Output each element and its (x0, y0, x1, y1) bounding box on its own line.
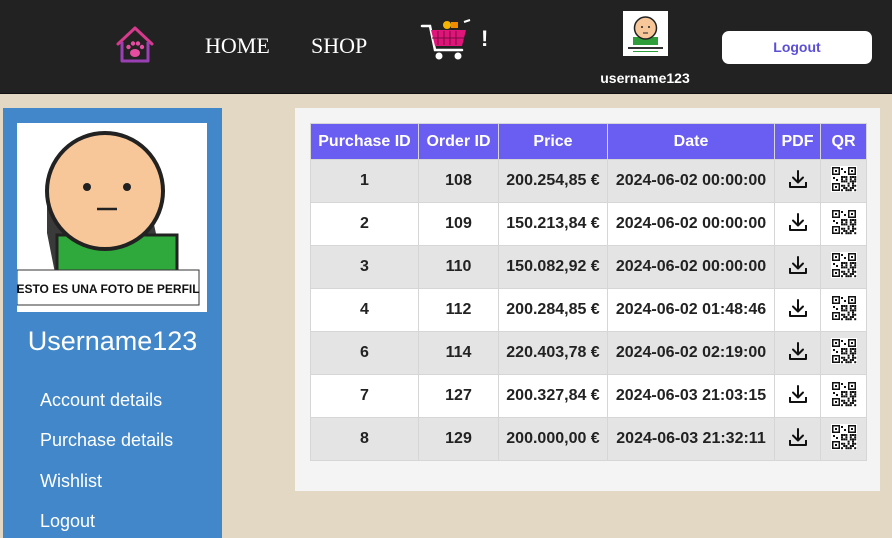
account-sidebar: ESTO ES UNA FOTO DE PERFIL Username123 A… (3, 108, 222, 538)
cell-order-id: 129 (418, 417, 499, 461)
table-row: 6 114 220.403,78 €2024-06-02 02:19:00 (310, 331, 867, 375)
cell-order-id: 109 (418, 202, 499, 246)
cell-price: 220.403,78 € (498, 331, 608, 375)
purchases-table: Purchase ID Order ID Price Date PDF QR 1… (310, 123, 867, 461)
cell-pdf (774, 202, 821, 246)
cell-date: 2024-06-02 01:48:46 (607, 288, 775, 332)
table-row: 8 129 200.000,00 €2024-06-03 21:32:11 (310, 417, 867, 461)
cell-purchase-id: 1 (310, 159, 419, 203)
cell-qr (820, 417, 867, 461)
col-header-order-id: Order ID (418, 123, 499, 160)
table-row: 3 110 150.082,92 €2024-06-02 00:00:00 (310, 245, 867, 289)
cell-order-id: 110 (418, 245, 499, 289)
sidebar-item-account-details[interactable]: Account details (40, 390, 162, 411)
cell-qr (820, 288, 867, 332)
cell-date: 2024-06-02 02:19:00 (607, 331, 775, 375)
cell-purchase-id: 4 (310, 288, 419, 332)
logout-button[interactable]: Logout (722, 31, 872, 64)
cell-qr (820, 331, 867, 375)
table-row: 7 127 200.327,84 €2024-06-03 21:03:15 (310, 374, 867, 418)
cell-purchase-id: 3 (310, 245, 419, 289)
download-icon[interactable] (788, 255, 808, 280)
cell-price: 150.082,92 € (498, 245, 608, 289)
table-row: 1 108 200.254,85 €2024-06-02 00:00:00 (310, 159, 867, 203)
cell-date: 2024-06-02 00:00:00 (607, 159, 775, 203)
col-header-qr: QR (820, 123, 867, 160)
download-icon[interactable] (788, 169, 808, 194)
cell-purchase-id: 2 (310, 202, 419, 246)
cell-price: 200.254,85 € (498, 159, 608, 203)
shopping-cart-icon[interactable] (420, 18, 474, 64)
nav-home-link[interactable]: HOME (205, 33, 270, 59)
cell-pdf (774, 159, 821, 203)
profile-picture: ESTO ES UNA FOTO DE PERFIL (17, 123, 207, 312)
cell-pdf (774, 245, 821, 289)
cell-date: 2024-06-03 21:32:11 (607, 417, 775, 461)
sidebar-item-wishlist[interactable]: Wishlist (40, 471, 102, 492)
profile-name: Username123 (27, 326, 198, 356)
col-header-date: Date (607, 123, 775, 160)
cell-date: 2024-06-02 00:00:00 (607, 245, 775, 289)
cell-price: 200.284,85 € (498, 288, 608, 332)
cell-pdf (774, 417, 821, 461)
qr-code-icon[interactable] (830, 380, 857, 412)
download-icon[interactable] (788, 212, 808, 237)
col-header-purchase-id: Purchase ID (310, 123, 419, 160)
profile-caption: ESTO ES UNA FOTO DE PERFIL (17, 282, 200, 296)
qr-code-icon[interactable] (830, 251, 857, 283)
col-header-pdf: PDF (774, 123, 821, 160)
cell-date: 2024-06-02 00:00:00 (607, 202, 775, 246)
download-icon[interactable] (788, 298, 808, 323)
cell-order-id: 108 (418, 159, 499, 203)
top-navbar: HOME SHOP ! username123 Logout (0, 0, 892, 94)
header-username: username123 (600, 70, 690, 86)
cell-qr (820, 202, 867, 246)
cell-purchase-id: 7 (310, 374, 419, 418)
qr-code-icon[interactable] (830, 337, 857, 369)
cell-price: 200.000,00 € (498, 417, 608, 461)
cell-purchase-id: 8 (310, 417, 419, 461)
qr-code-icon[interactable] (830, 294, 857, 326)
table-row: 4 112 200.284,85 €2024-06-02 01:48:46 (310, 288, 867, 332)
nav-shop-link[interactable]: SHOP (311, 33, 367, 59)
cell-order-id: 114 (418, 331, 499, 375)
cell-date: 2024-06-03 21:03:15 (607, 374, 775, 418)
paw-house-icon[interactable] (114, 24, 156, 64)
qr-code-icon[interactable] (830, 208, 857, 240)
sidebar-item-purchase-details[interactable]: Purchase details (40, 430, 173, 451)
cell-qr (820, 374, 867, 418)
qr-code-icon[interactable] (830, 423, 857, 455)
purchases-panel: Purchase ID Order ID Price Date PDF QR 1… (295, 108, 880, 491)
cell-price: 150.213,84 € (498, 202, 608, 246)
download-icon[interactable] (788, 341, 808, 366)
cell-qr (820, 245, 867, 289)
sidebar-item-logout[interactable]: Logout (40, 511, 95, 532)
table-header-row: Purchase ID Order ID Price Date PDF QR (310, 123, 867, 160)
qr-code-icon[interactable] (830, 165, 857, 197)
cell-order-id: 112 (418, 288, 499, 332)
cell-pdf (774, 374, 821, 418)
col-header-price: Price (498, 123, 608, 160)
cell-price: 200.327,84 € (498, 374, 608, 418)
cell-purchase-id: 6 (310, 331, 419, 375)
download-icon[interactable] (788, 384, 808, 409)
table-row: 2 109 150.213,84 €2024-06-02 00:00:00 (310, 202, 867, 246)
avatar[interactable] (623, 11, 668, 56)
cell-pdf (774, 288, 821, 332)
cart-badge: ! (481, 26, 489, 51)
download-icon[interactable] (788, 427, 808, 452)
cell-qr (820, 159, 867, 203)
cell-order-id: 127 (418, 374, 499, 418)
cell-pdf (774, 331, 821, 375)
